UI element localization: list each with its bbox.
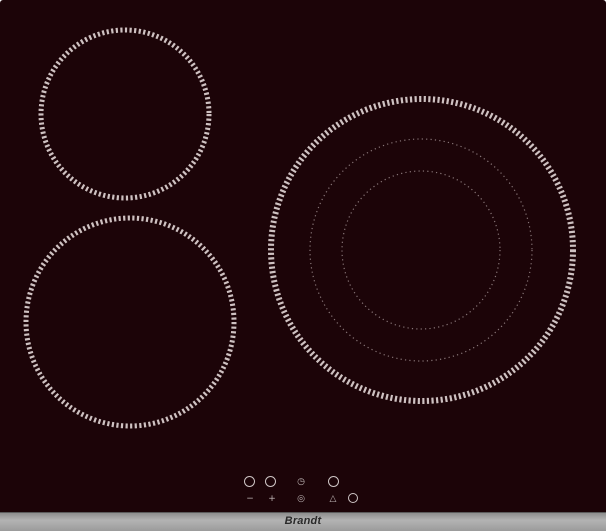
plus-icon[interactable]: + [265,494,279,504]
power-icon[interactable] [348,493,358,503]
zone-right-middle-ring [309,138,533,362]
zone-button-right[interactable] [265,476,276,487]
zone-front-left-ring [23,215,237,429]
booster-button[interactable] [328,476,339,487]
zone-right-outer-ring [268,96,576,404]
timer-icon[interactable]: ◷ [294,477,308,487]
zone-button-left[interactable] [244,476,255,487]
cooking-zones [23,27,576,429]
glass-cooktop: ◷ − + ◎ △ [0,0,606,512]
zone-select-icon[interactable]: ◎ [294,494,308,504]
lock-icon[interactable]: △ [326,494,340,504]
brand-logo: Brandt [284,515,322,527]
zone-rear-left-ring [38,27,212,201]
minus-icon[interactable]: − [243,494,257,504]
zone-right-inner-ring [341,170,501,330]
